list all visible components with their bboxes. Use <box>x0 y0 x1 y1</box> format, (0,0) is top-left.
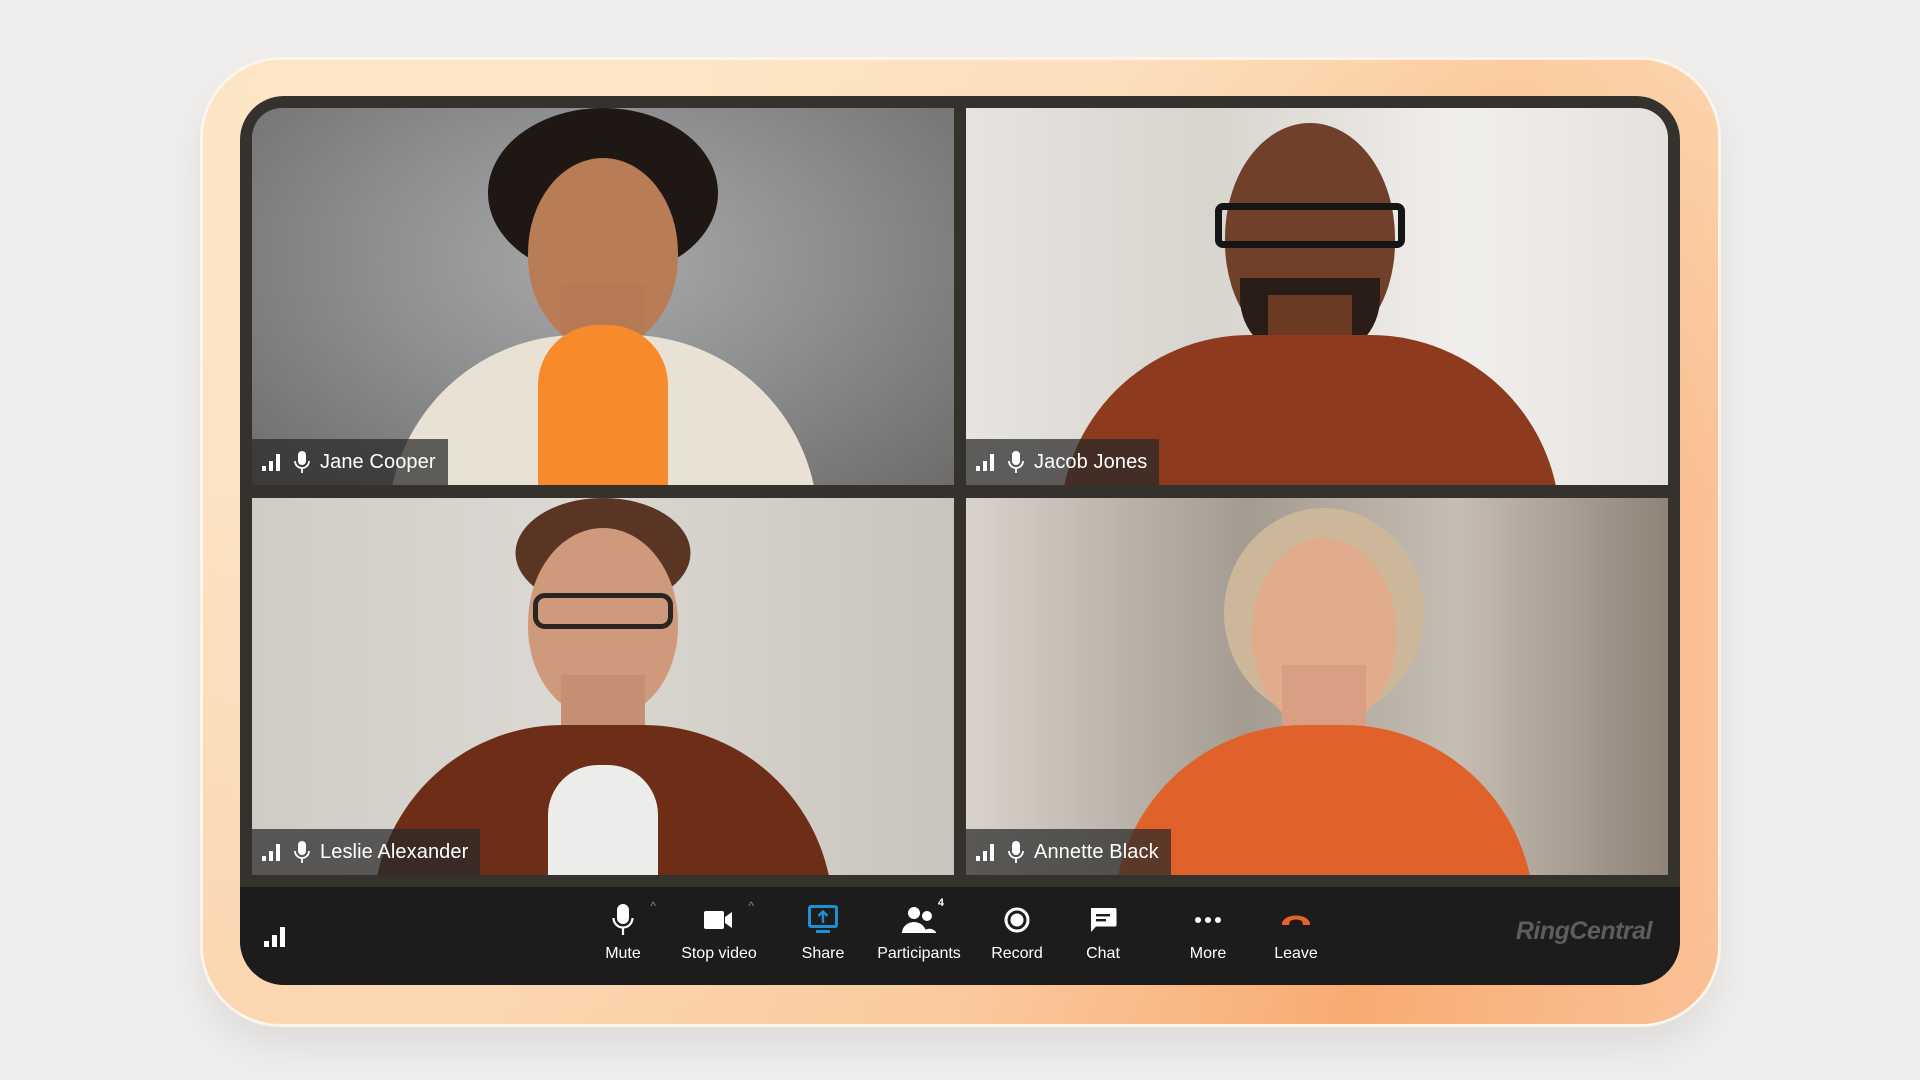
video-camera-icon <box>704 911 732 929</box>
mute-label: Mute <box>605 945 641 962</box>
share-label: Share <box>801 945 845 962</box>
record-label: Record <box>991 945 1043 962</box>
participant-video <box>1024 498 1624 875</box>
participant-video <box>1010 108 1610 485</box>
signal-strength-icon <box>264 927 285 947</box>
participant-video <box>303 498 903 875</box>
leave-button[interactable]: Leave <box>1246 903 1346 973</box>
more-dots-icon <box>1195 917 1221 923</box>
more-button[interactable]: More <box>1158 903 1258 973</box>
signal-strength-icon <box>976 453 994 471</box>
record-icon <box>1004 907 1030 933</box>
stop-video-button[interactable]: ^ Stop video <box>669 899 769 973</box>
participant-name: Jane Cooper <box>320 450 436 473</box>
mute-button[interactable]: ^ Mute <box>573 899 673 973</box>
microphone-icon <box>612 904 634 935</box>
participant-name-tag: Leslie Alexander <box>252 829 481 875</box>
microphone-icon <box>1008 451 1024 473</box>
connection-quality-button[interactable] <box>264 927 285 952</box>
video-tile[interactable]: Leslie Alexander <box>252 498 954 875</box>
participant-video <box>303 108 903 485</box>
video-tile[interactable]: Jane Cooper <box>252 108 954 485</box>
chat-icon <box>1091 908 1117 932</box>
participant-name-tag: Jacob Jones <box>966 439 1160 485</box>
video-tile[interactable]: Annette Black <box>966 498 1668 875</box>
chat-button[interactable]: Chat <box>1053 903 1153 973</box>
microphone-icon <box>294 451 310 473</box>
participant-count-badge: 4 <box>937 897 944 909</box>
participant-name: Jacob Jones <box>1034 450 1148 473</box>
share-button[interactable]: Share <box>773 903 873 973</box>
participant-name-tag: Jane Cooper <box>252 439 448 485</box>
video-tile[interactable]: Jacob Jones <box>966 108 1668 485</box>
participant-name-tag: Annette Black <box>966 829 1171 875</box>
participant-name: Leslie Alexander <box>320 840 469 863</box>
hang-up-icon <box>1282 915 1310 925</box>
share-screen-icon <box>808 905 838 933</box>
participants-button[interactable]: 4 Participants <box>869 897 969 973</box>
participants-label: Participants <box>877 945 961 962</box>
stop-video-label: Stop video <box>681 945 757 962</box>
ringcentral-logo: RingCentral <box>1515 917 1653 945</box>
record-button[interactable]: Record <box>967 903 1067 973</box>
participant-name: Annette Black <box>1034 840 1159 863</box>
mute-options-caret[interactable]: ^ <box>650 899 656 913</box>
microphone-icon <box>1008 841 1024 863</box>
signal-strength-icon <box>262 843 280 861</box>
chat-label: Chat <box>1086 945 1120 962</box>
more-label: More <box>1189 945 1227 962</box>
meeting-window: Jane Cooper Jacob Jones Leslie Alexander… <box>240 96 1680 985</box>
meeting-toolbar: ^ Mute ^ Stop video Share 4 Participants <box>240 887 1680 985</box>
participants-icon <box>902 907 936 933</box>
signal-strength-icon <box>262 453 280 471</box>
microphone-icon <box>294 841 310 863</box>
signal-strength-icon <box>976 843 994 861</box>
video-options-caret[interactable]: ^ <box>748 899 754 913</box>
leave-label: Leave <box>1274 945 1318 962</box>
